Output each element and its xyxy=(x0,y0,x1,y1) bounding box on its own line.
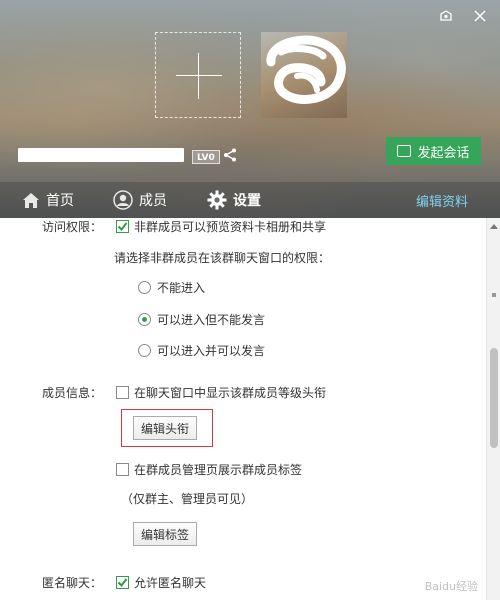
radio-label: 可以进入并可以发言 xyxy=(157,344,266,358)
tab-settings[interactable]: 设置 xyxy=(207,190,261,210)
chat-permission-prompt: 请选择非群成员在该群聊天窗口的权限： xyxy=(114,251,331,265)
tab-home-label: 首页 xyxy=(46,193,74,209)
vertical-scrollbar[interactable] xyxy=(486,218,500,600)
start-chat-label: 发起会话 xyxy=(417,145,470,161)
scroll-thumb[interactable] xyxy=(490,348,498,448)
show-tag-row: 在群成员管理页展示群成员标签 xyxy=(116,461,302,478)
show-tag-checkbox[interactable] xyxy=(116,463,129,476)
allow-anonymous-row: 允许匿名聊天 xyxy=(116,574,206,591)
radio-option-enter-speak[interactable]: 可以进入并可以发言 xyxy=(138,342,265,359)
skin-icon[interactable] xyxy=(438,8,454,24)
edit-info-link[interactable]: 编辑资料 xyxy=(416,191,468,210)
tab-members-label: 成员 xyxy=(139,193,167,209)
scroll-up-arrow-icon[interactable] xyxy=(487,220,500,232)
watermark: Baidu经验 xyxy=(424,580,478,593)
radio-label: 可以进入但不能发言 xyxy=(157,313,266,327)
tab-members[interactable]: 成员 xyxy=(113,190,167,210)
radio-option-no-entry[interactable]: 不能进入 xyxy=(138,279,205,296)
start-chat-button[interactable]: 发起会话 xyxy=(386,137,481,165)
preview-checkbox-label: 非群成员可以预览资料卡相册和共享 xyxy=(134,220,327,234)
allow-anonymous-label: 允许匿名聊天 xyxy=(134,576,207,590)
tab-settings-label: 设置 xyxy=(233,193,261,209)
show-level-checkbox[interactable] xyxy=(116,386,129,399)
radio-button[interactable] xyxy=(138,313,151,326)
share-icon[interactable] xyxy=(222,147,238,163)
window-controls xyxy=(438,8,488,24)
show-tag-label: 在群成员管理页展示群成员标签 xyxy=(134,463,303,477)
preview-permission-row: 非群成员可以预览资料卡相册和共享 xyxy=(116,218,326,235)
tag-visibility-note: （仅群主、管理员可见） xyxy=(121,492,254,506)
tab-bar: 首页 成员 设置 编辑资料 xyxy=(0,182,500,218)
person-icon xyxy=(113,190,133,210)
access-permission-label: 访问权限： xyxy=(42,220,103,234)
edit-title-button[interactable]: 编辑头衔 xyxy=(133,416,198,440)
radio-button[interactable] xyxy=(138,281,151,294)
radio-option-enter-no-speak[interactable]: 可以进入但不能发言 xyxy=(138,311,265,328)
allow-anonymous-checkbox[interactable] xyxy=(116,576,129,589)
member-info-label: 成员信息： xyxy=(42,386,103,400)
settings-panel: 访问权限： 非群成员可以预览资料卡相册和共享 请选择非群成员在该群聊天窗口的权限… xyxy=(0,218,486,600)
chat-icon xyxy=(397,145,412,157)
preview-checkbox[interactable] xyxy=(116,220,129,233)
tab-home[interactable]: 首页 xyxy=(22,190,74,210)
home-icon xyxy=(23,192,39,208)
anonymous-chat-label: 匿名聊天： xyxy=(42,576,103,590)
edit-tag-button[interactable]: 编辑标签 xyxy=(133,522,198,546)
radio-button[interactable] xyxy=(138,344,151,357)
show-level-row: 在聊天窗口中显示该群成员等级头衔 xyxy=(116,384,326,401)
group-name-redacted xyxy=(18,148,184,162)
close-icon[interactable] xyxy=(472,8,488,24)
level-badge: LV0 xyxy=(192,150,220,164)
radio-label: 不能进入 xyxy=(157,281,206,295)
show-level-label: 在聊天窗口中显示该群成员等级头衔 xyxy=(134,386,327,400)
group-header: LV0 发起会话 首页 成员 设置 编辑资料 xyxy=(0,0,500,218)
scroll-marker xyxy=(492,293,496,297)
add-photo-button[interactable] xyxy=(155,32,241,118)
gear-icon xyxy=(207,190,227,210)
group-avatar[interactable] xyxy=(261,32,347,118)
